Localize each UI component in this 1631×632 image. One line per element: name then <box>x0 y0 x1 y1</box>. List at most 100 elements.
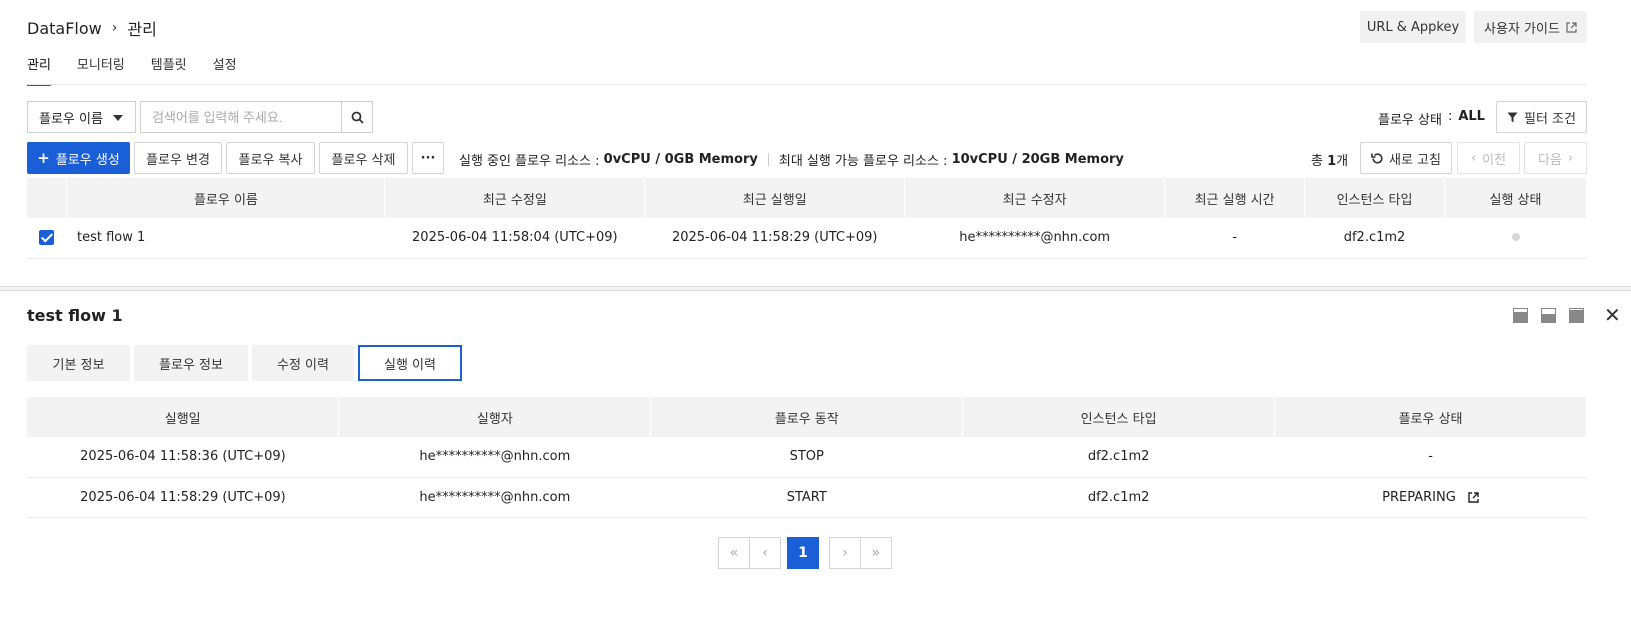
tab-flow-info[interactable]: 플로우 정보 <box>134 345 248 381</box>
tab-exec-history[interactable]: 실행 이력 <box>358 345 462 381</box>
total-count: 총 1개 <box>1311 150 1348 169</box>
user-guide-label: 사용자 가이드 <box>1484 21 1560 37</box>
exec-status-cell <box>1444 218 1587 259</box>
delete-flow-label: 플로우 삭제 <box>331 152 396 168</box>
exec-date-cell: 2025-06-04 11:58:36 (UTC+09) <box>27 437 339 478</box>
layout-small-icon[interactable] <box>1513 308 1528 323</box>
running-resource-label: 실행 중인 플로우 리소스 : <box>459 154 600 169</box>
modified-cell: 2025-06-04 11:58:04 (UTC+09) <box>384 218 645 259</box>
flow-action-cell: START <box>650 477 963 518</box>
table-row[interactable]: test flow 1 2025-06-04 11:58:04 (UTC+09)… <box>27 218 1587 259</box>
executor-cell: he**********@nhn.com <box>338 437 651 478</box>
col-executed[interactable]: 최근 실행일 <box>644 178 906 218</box>
flow-status-filter: 플로우 상태 : ALL <box>1378 109 1485 128</box>
first-page-button[interactable]: « <box>718 537 750 569</box>
chevron-right-icon: › <box>1567 150 1574 166</box>
tab-manage[interactable]: 관리 <box>27 54 51 86</box>
select-all-header[interactable] <box>27 178 68 218</box>
col-exec-time[interactable]: 최근 실행 시간 <box>1164 178 1306 218</box>
tab-basic-info[interactable]: 기본 정보 <box>27 345 130 381</box>
max-resource-value: 10vCPU / 20GB Memory <box>951 152 1124 167</box>
panel-resize-handle[interactable] <box>0 286 1631 291</box>
layout-large-icon[interactable] <box>1569 308 1584 323</box>
prev-page-nav-button[interactable]: ‹ <box>749 537 781 569</box>
breadcrumb-app[interactable]: DataFlow <box>27 19 102 38</box>
next-page-nav-button[interactable]: › <box>829 537 861 569</box>
filter-button[interactable]: 필터 조건 <box>1496 101 1587 133</box>
col-executor: 실행자 <box>338 397 652 437</box>
flow-table: 플로우 이름 최근 수정일 최근 실행일 최근 수정자 최근 실행 시간 인스턴… <box>27 178 1587 259</box>
pagination: « ‹ 1 › » <box>718 537 892 569</box>
search-button[interactable] <box>341 101 373 133</box>
prev-page-button[interactable]: ‹ 이전 <box>1457 142 1520 174</box>
exec-time-cell: - <box>1164 218 1305 259</box>
more-button[interactable]: ··· <box>412 142 444 174</box>
url-appkey-label: URL & Appkey <box>1366 19 1460 35</box>
table-row: 2025-06-04 11:58:36 (UTC+09) he*********… <box>27 437 1587 478</box>
flow-name-cell[interactable]: test flow 1 <box>66 218 385 259</box>
tabs-divider <box>27 84 1587 85</box>
more-icon: ··· <box>420 150 436 166</box>
total-suffix: 개 <box>1336 154 1349 169</box>
tab-template[interactable]: 템플릿 <box>151 54 187 86</box>
max-resource-label: 최대 실행 가능 플로우 리소스 : <box>778 154 948 169</box>
last-page-button[interactable]: » <box>860 537 892 569</box>
col-modifier[interactable]: 최근 수정자 <box>904 178 1166 218</box>
chevron-left-icon: ‹ <box>1470 150 1477 166</box>
breadcrumb: DataFlow › 관리 <box>27 16 157 40</box>
panel-layout-controls <box>1513 308 1584 323</box>
page-button[interactable]: 1 <box>787 537 819 569</box>
copy-flow-button[interactable]: 플로우 복사 <box>226 142 315 174</box>
chevron-right-icon: › <box>111 20 118 36</box>
refresh-button[interactable]: 새로 고침 <box>1360 142 1452 174</box>
close-icon[interactable]: ✕ <box>1604 303 1621 327</box>
external-link-icon <box>1566 21 1577 33</box>
col-instance[interactable]: 인스턴스 타입 <box>1304 178 1445 218</box>
refresh-label: 새로 고침 <box>1389 152 1441 168</box>
instance-type-cell: df2.c1m2 <box>962 477 1275 518</box>
flow-action-cell: STOP <box>650 437 963 478</box>
col-modified[interactable]: 최근 수정일 <box>384 178 646 218</box>
refresh-icon <box>1371 152 1383 164</box>
next-page-button[interactable]: 다음 › <box>1524 142 1587 174</box>
search-icon <box>351 111 364 124</box>
resource-divider <box>767 153 769 166</box>
col-flow-status: 플로우 상태 <box>1274 397 1587 437</box>
tab-settings[interactable]: 설정 <box>213 54 237 86</box>
col-flow-name[interactable]: 플로우 이름 <box>66 178 386 218</box>
total-count-value: 1 <box>1327 154 1337 169</box>
modifier-cell: he**********@nhn.com <box>904 218 1165 259</box>
executor-cell: he**********@nhn.com <box>338 477 651 518</box>
breadcrumb-section: 관리 <box>127 20 157 39</box>
filter-icon <box>1507 112 1518 122</box>
history-table-header: 실행일 실행자 플로우 동작 인스턴스 타입 플로우 상태 <box>27 397 1587 437</box>
row-checkbox[interactable] <box>39 230 55 246</box>
history-table: 실행일 실행자 플로우 동작 인스턴스 타입 플로우 상태 2025-06-04… <box>27 397 1587 518</box>
layout-medium-icon[interactable] <box>1541 308 1556 323</box>
tab-monitoring[interactable]: 모니터링 <box>77 54 125 86</box>
total-prefix: 총 <box>1311 154 1323 169</box>
search-input[interactable] <box>140 101 341 133</box>
edit-flow-button[interactable]: 플로우 변경 <box>134 142 222 174</box>
delete-flow-button[interactable]: 플로우 삭제 <box>319 142 408 174</box>
running-resource-value: 0vCPU / 0GB Memory <box>603 152 758 167</box>
col-exec-status[interactable]: 실행 상태 <box>1444 178 1587 218</box>
user-guide-button[interactable]: 사용자 가이드 <box>1474 11 1587 43</box>
create-flow-button[interactable]: + 플로우 생성 <box>27 142 130 174</box>
plus-icon: + <box>37 149 50 167</box>
instance-type-cell: df2.c1m2 <box>962 437 1275 478</box>
instance-cell: df2.c1m2 <box>1304 218 1445 259</box>
col-flow-action: 플로우 동작 <box>650 397 964 437</box>
detail-tabs: 기본 정보 플로우 정보 수정 이력 실행 이력 <box>27 345 462 381</box>
edit-flow-label: 플로우 변경 <box>146 152 210 168</box>
external-link-icon[interactable] <box>1468 491 1479 503</box>
col-instance-type: 인스턴스 타입 <box>962 397 1276 437</box>
url-appkey-button[interactable]: URL & Appkey <box>1360 11 1466 43</box>
tab-edit-history[interactable]: 수정 이력 <box>252 345 354 381</box>
resource-summary: 실행 중인 플로우 리소스 : 0vCPU / 0GB Memory 최대 실행… <box>459 150 1124 169</box>
search-field-select[interactable]: 플로우 이름 <box>27 101 136 133</box>
executed-cell: 2025-06-04 11:58:29 (UTC+09) <box>644 218 905 259</box>
search-field-label: 플로우 이름 <box>39 111 103 127</box>
main-tabs: 관리 모니터링 템플릿 설정 <box>27 54 263 86</box>
row-checkbox-cell[interactable] <box>27 218 67 259</box>
